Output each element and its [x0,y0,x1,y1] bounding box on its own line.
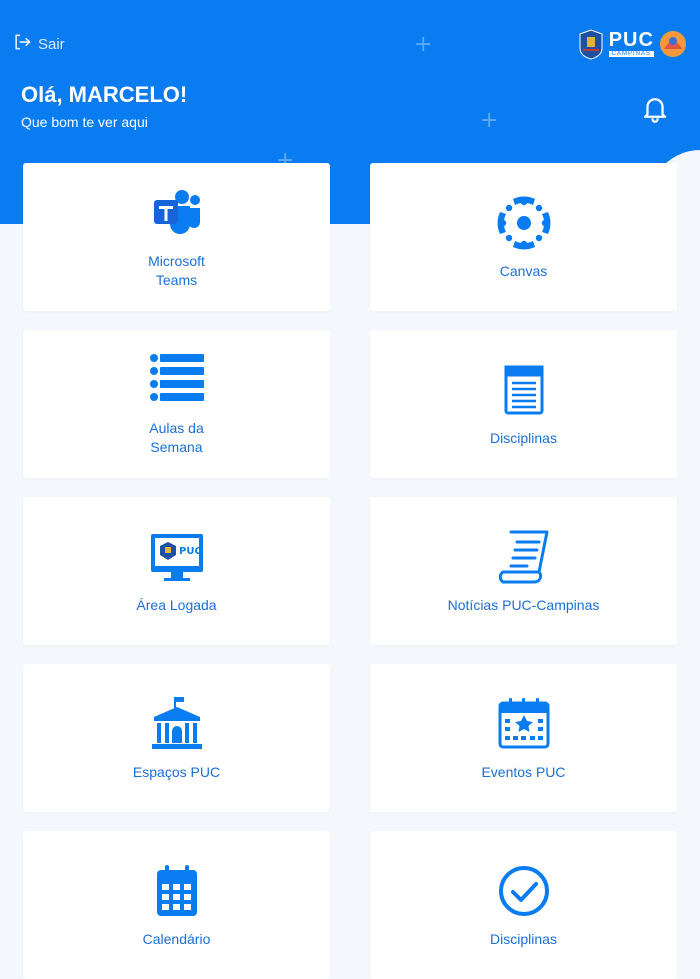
list-icon [148,351,206,409]
card-espacos-puc[interactable]: Espaços PUC [23,664,330,812]
logout-label: Sair [38,35,65,53]
logo-subtext: CAMPINAS [608,51,654,57]
card-eventos-puc[interactable]: Eventos PUC [370,664,677,812]
microsoft-teams-icon [148,184,206,242]
svg-text:PUC: PUC [179,546,202,557]
puc-logo: PUC CAMPINAS [577,28,688,60]
card-label: Calendário [142,930,211,947]
card-label: Disciplinas [490,429,557,446]
card-noticias[interactable]: Notícias PUC-Campinas [370,497,677,645]
greeting-title: Olá, MARCELO! [21,82,188,107]
document-icon [495,361,553,419]
card-label: Canvas [499,262,548,279]
card-label: Disciplinas [490,930,557,947]
crest-icon [579,29,603,60]
badge-icon [660,31,686,57]
greeting: Olá, MARCELO! Que bom te ver aqui [21,82,187,130]
calendar-icon [148,862,206,920]
card-label: Espaços PUC [132,763,221,780]
card-disciplinas-check[interactable]: Disciplinas [370,831,677,979]
card-calendario[interactable]: Calendário [23,831,330,979]
card-area-logada[interactable]: PUC Área Logada [23,497,330,645]
sparkle-decoration: + [414,32,433,57]
news-scroll-icon [495,528,553,586]
card-label: Notícias PUC-Campinas [447,596,600,613]
card-label: Microsoft Teams [148,253,205,288]
logout-icon [12,32,32,56]
sparkle-decoration: + [480,108,499,133]
building-icon [148,695,206,753]
monitor-icon: PUC [148,528,206,586]
card-disciplinas[interactable]: Disciplinas [370,330,677,478]
card-canvas[interactable]: Canvas [370,163,677,311]
card-label: Eventos PUC [481,763,566,780]
app-grid: Microsoft Teams Canvas Aulas da Semana D… [23,163,677,979]
logo-text: PUC [608,29,654,51]
card-label: Aulas da Semana [149,420,204,455]
card-label: Área Logada [136,596,217,613]
greeting-subtitle: Que bom te ver aqui [21,114,148,130]
card-aulas-da-semana[interactable]: Aulas da Semana [23,330,330,478]
check-circle-icon [495,862,553,920]
event-calendar-icon [495,695,553,753]
canvas-icon [495,194,553,252]
notification-bell-icon[interactable] [640,93,670,123]
card-microsoft-teams[interactable]: Microsoft Teams [23,163,330,311]
logout-button[interactable]: Sair [12,32,65,56]
